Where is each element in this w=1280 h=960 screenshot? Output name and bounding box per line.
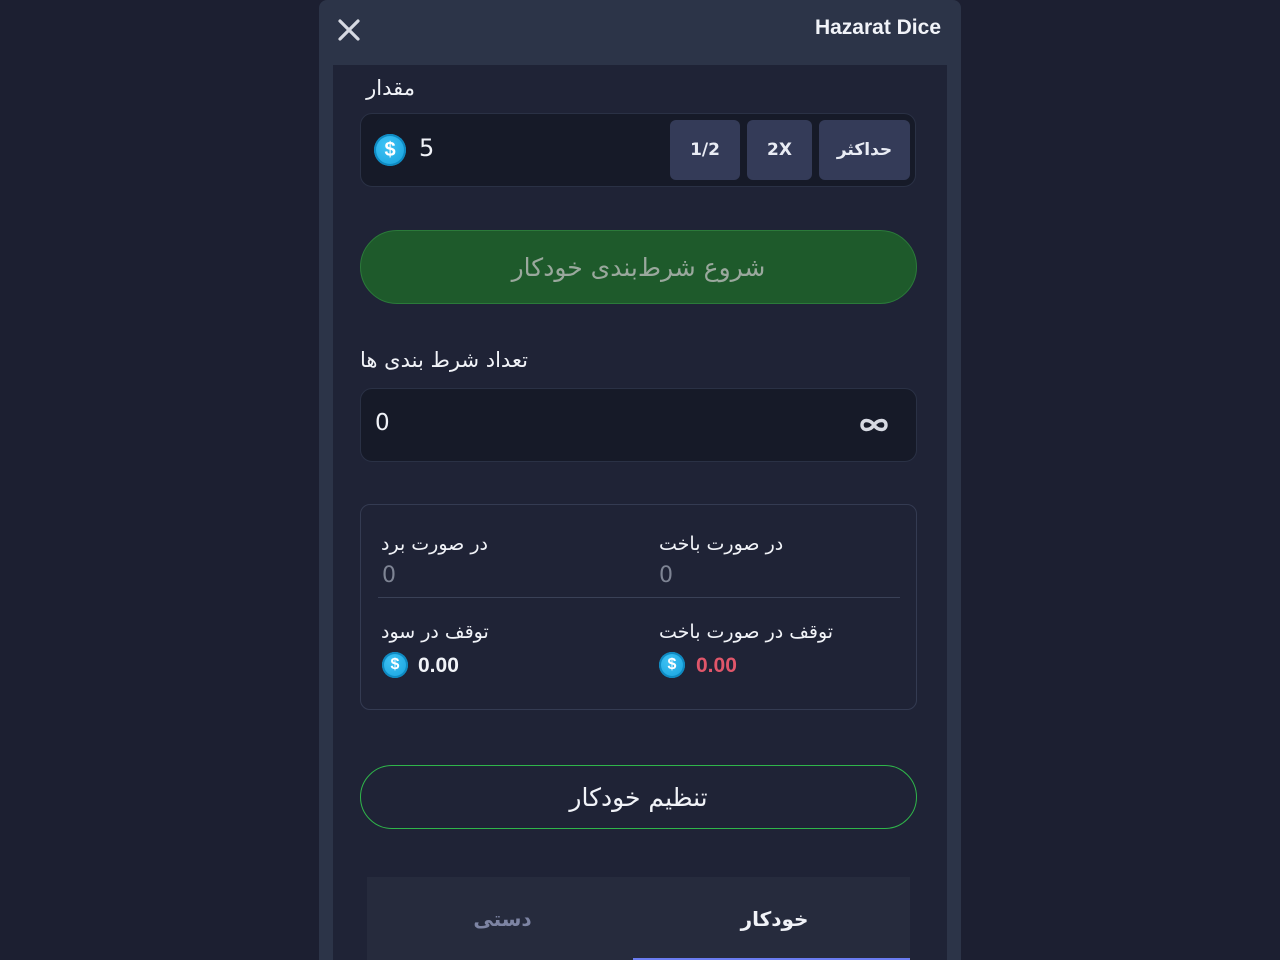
amount-value[interactable]: 5 xyxy=(419,134,434,162)
tab-auto[interactable]: خودکار xyxy=(639,877,910,960)
close-button[interactable] xyxy=(335,16,363,44)
double-button[interactable]: 2X xyxy=(747,120,812,180)
coin-symbol: $ xyxy=(390,656,400,673)
infinity-icon[interactable] xyxy=(856,407,892,443)
coin-icon: $ xyxy=(382,652,408,678)
on-win-value[interactable]: 0 xyxy=(382,563,396,588)
bet-count-field[interactable]: 0 xyxy=(360,388,917,462)
configure-auto-button[interactable]: تنظیم خودکار xyxy=(360,765,917,829)
amount-label: مقدار xyxy=(366,76,415,100)
coin-icon: $ xyxy=(374,134,406,166)
on-loss-label: در صورت باخت xyxy=(659,533,784,555)
on-loss-value[interactable]: 0 xyxy=(659,563,673,588)
panel-title: Hazarat Dice xyxy=(814,16,941,39)
half-button[interactable]: 1/2 xyxy=(670,120,740,180)
coin-symbol: $ xyxy=(384,138,396,161)
auto-bet-content: مقدار $ 5 1/2 2X حداکثر شروع شرط‌بندی خو… xyxy=(333,65,947,960)
coin-symbol: $ xyxy=(667,656,677,673)
tab-manual[interactable]: دستی xyxy=(367,877,638,960)
stop-loss-value[interactable]: 0.00 xyxy=(696,654,737,678)
mode-tabs: دستی خودکار xyxy=(367,877,910,960)
max-button[interactable]: حداکثر xyxy=(819,120,910,180)
close-icon xyxy=(338,19,360,41)
on-win-label: در صورت برد xyxy=(381,533,488,555)
stop-profit-label: توقف در سود xyxy=(381,621,489,643)
amount-field[interactable]: $ 5 1/2 2X حداکثر xyxy=(360,113,916,187)
coin-icon: $ xyxy=(659,652,685,678)
panel-header: Hazarat Dice xyxy=(319,0,961,64)
dice-panel: Hazarat Dice مقدار $ 5 1/2 2X حداکثر شرو… xyxy=(319,0,961,960)
bet-count-label: تعداد شرط بندی ها xyxy=(360,348,528,372)
start-auto-bet-button[interactable]: شروع شرط‌بندی خودکار xyxy=(360,230,917,304)
stop-loss-label: توقف در صورت باخت xyxy=(659,621,834,643)
settings-divider xyxy=(378,597,900,598)
auto-settings-box: در صورت برد 0 در صورت باخت 0 توقف در سود… xyxy=(360,504,917,710)
bet-count-value[interactable]: 0 xyxy=(375,410,390,436)
stop-profit-value[interactable]: 0.00 xyxy=(418,654,459,678)
